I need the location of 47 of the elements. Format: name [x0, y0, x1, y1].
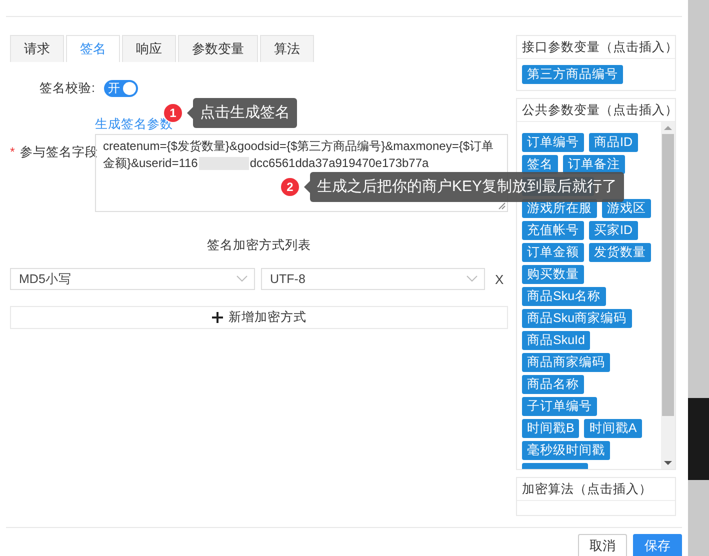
variable-tag[interactable]: 订单金额: [522, 243, 584, 262]
chevron-down-icon: [236, 275, 248, 283]
toggle-switch[interactable]: 开: [104, 80, 138, 97]
tab[interactable]: 响应: [122, 35, 176, 62]
variable-tag[interactable]: 时间戳A: [584, 419, 642, 438]
section-heading: 签名加密方式列表: [206, 237, 312, 254]
variable-tag[interactable]: 订单备注: [563, 155, 625, 174]
variable-tag[interactable]: 时间戳B: [522, 419, 580, 438]
tooltip-pointer-icon: [187, 107, 193, 119]
variable-tag[interactable]: 商品SkuId: [522, 331, 590, 350]
variable-tag[interactable]: 商品ID: [589, 133, 638, 152]
algorithm-select[interactable]: MD5小写: [10, 268, 255, 290]
panel-title: 公共参数变量（点击插入）: [517, 99, 675, 122]
tab[interactable]: 参数变量: [178, 35, 258, 62]
chevron-down-icon: [466, 275, 478, 283]
resize-handle-icon[interactable]: [498, 202, 506, 210]
required-mark: *: [10, 145, 15, 159]
variable-tag[interactable]: 商品Sku商家编码: [522, 309, 632, 328]
variable-tag[interactable]: 商品Sku名称: [522, 287, 606, 306]
add-method-button[interactable]: 新增加密方式: [10, 306, 508, 329]
cancel-button[interactable]: 取消: [578, 534, 627, 556]
field-label: 签名校验:: [38, 80, 96, 97]
scrollbar-thumb[interactable]: [662, 134, 674, 416]
scrollbar[interactable]: [661, 122, 675, 469]
variable-tag[interactable]: 购买数量: [522, 265, 584, 284]
save-button[interactable]: 保存: [633, 534, 682, 556]
variable-tag[interactable]: 发货数量: [589, 243, 651, 262]
step-number-badge: 2: [280, 177, 300, 197]
variable-tag[interactable]: 买家ID: [589, 221, 638, 240]
panel-title: 接口参数变量（点击插入）: [517, 36, 675, 59]
redaction-block: [198, 157, 249, 170]
tab[interactable]: 签名: [66, 35, 120, 62]
variable-tag[interactable]: 商品名称: [522, 375, 584, 394]
variable-tag[interactable]: 毫秒级时间戳: [522, 441, 610, 460]
variable-tag[interactable]: 充值帐号: [522, 221, 584, 240]
tab[interactable]: 请求: [10, 35, 64, 62]
tab[interactable]: 算法: [260, 35, 314, 62]
charset-select[interactable]: UTF-8: [261, 268, 485, 290]
variable-tag[interactable]: 商品商家编码: [522, 353, 610, 372]
variable-tag[interactable]: 第三方商品编号: [522, 65, 623, 84]
panel-title: 加密算法（点击插入）: [517, 478, 675, 501]
tooltip-pointer-icon: [304, 181, 310, 193]
variable-tag[interactable]: 游戏区: [602, 199, 651, 218]
plus-icon: [212, 312, 222, 323]
remove-button[interactable]: X: [491, 272, 508, 286]
variable-tag[interactable]: 子订单编号: [522, 397, 597, 416]
variable-tag[interactable]: 订单编号: [522, 133, 584, 152]
